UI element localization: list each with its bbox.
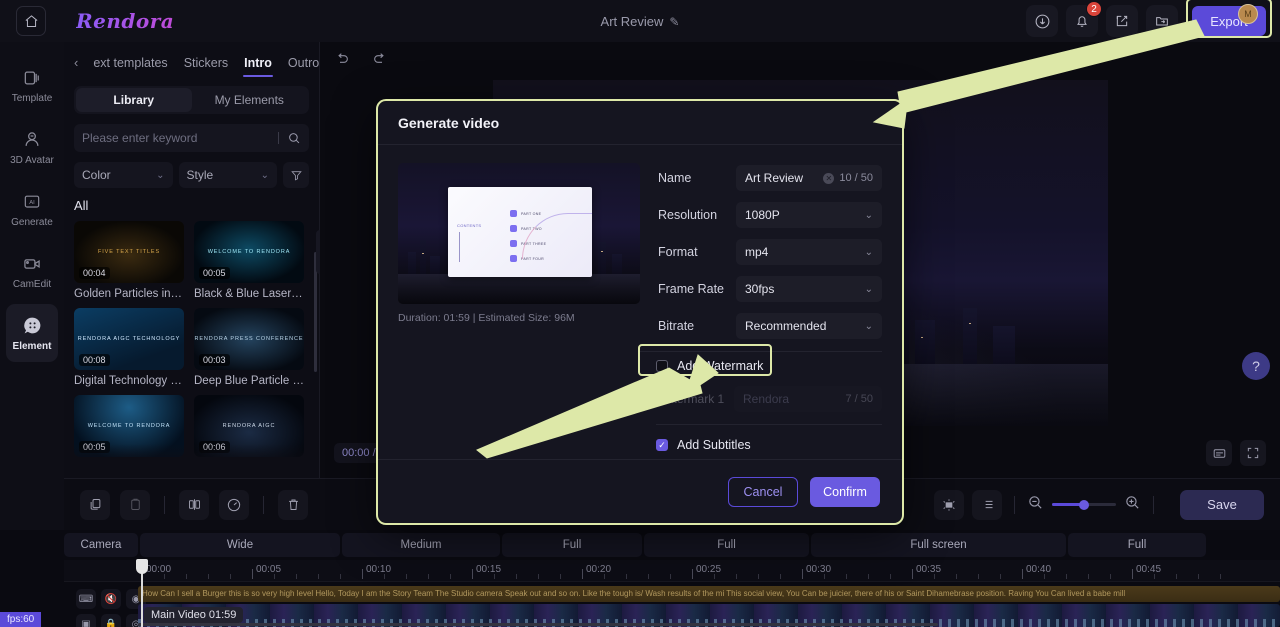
slide-bullet-icon [510, 240, 517, 247]
slide-bullet-icon [510, 225, 517, 232]
dialog-footer: Cancel Confirm [378, 459, 902, 523]
cancel-button[interactable]: Cancel [728, 476, 798, 507]
watermark-char-count: 7 / 50 [845, 393, 873, 405]
watermark-field-row: Watermark 1 Rendora 7 / 50 [656, 386, 882, 412]
video-thumbnail-preview: CONTENTS PART ONE PART TWO PART THREE PA… [398, 163, 640, 304]
app-root: Rendora Art Review ✎ 2 Export M Template… [0, 0, 1280, 627]
slide-contents-label: CONTENTS [457, 223, 482, 228]
confirm-button[interactable]: Confirm [810, 476, 880, 507]
generate-video-dialog: Generate video CONTENTS PART ONE PART TW… [376, 99, 904, 525]
watermark-input: Rendora 7 / 50 [734, 386, 882, 412]
clip-label: Main Video 01:59 [144, 607, 244, 623]
slide-bullet-icon [510, 255, 517, 262]
fps-indicator: fps:60 [0, 612, 42, 627]
slide-decorative-curve [522, 213, 592, 259]
watermark-highlight-box [638, 344, 772, 376]
slide-divider [459, 232, 460, 262]
watermark-placeholder: Rendora [743, 392, 790, 406]
playhead-handle[interactable] [136, 559, 148, 574]
watermark-field-label: Watermark 1 [656, 392, 725, 406]
slide-item-label: PART ONE [521, 211, 542, 216]
thumbnail-water [398, 274, 640, 304]
playhead[interactable] [136, 559, 148, 627]
slide-bullet-icon [510, 210, 517, 217]
thumbnail-slide: CONTENTS PART ONE PART TWO PART THREE PA… [448, 187, 592, 277]
